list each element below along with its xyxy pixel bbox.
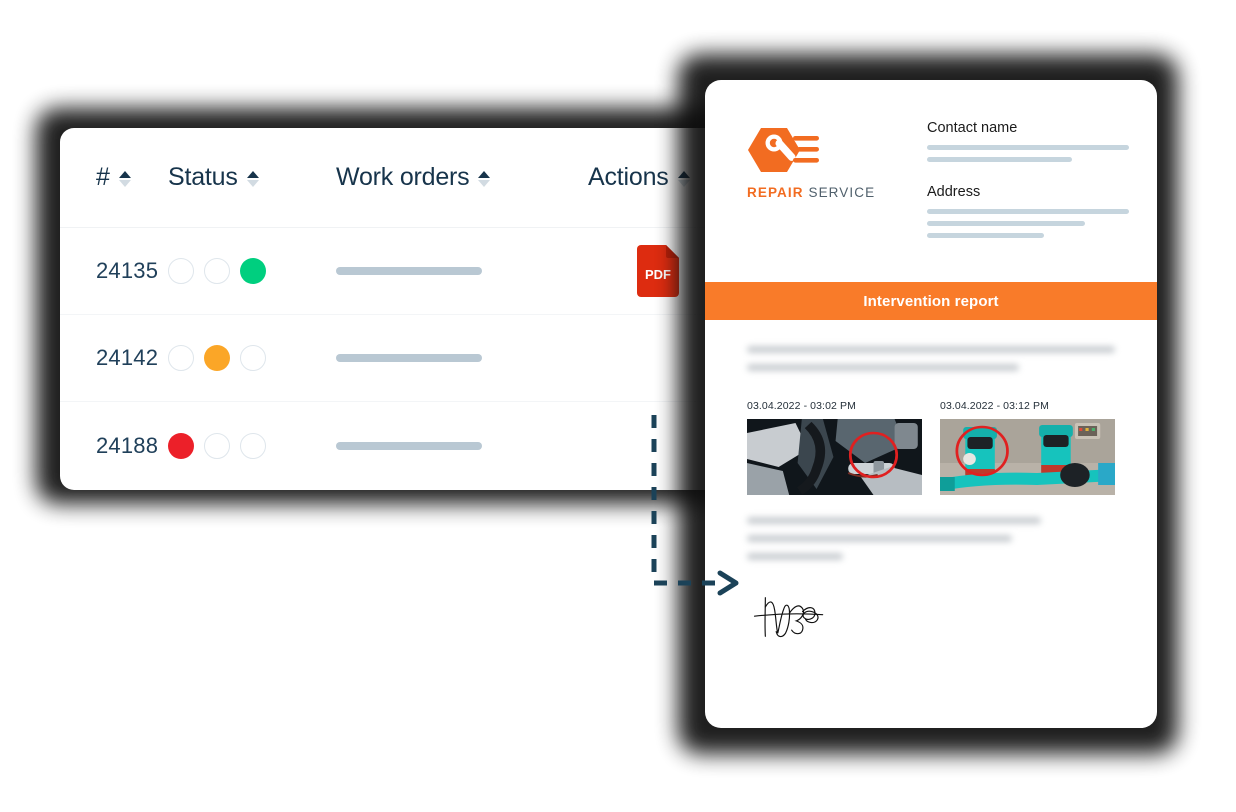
status-dot-1[interactable] (168, 258, 194, 284)
report-body-paragraph-2 (705, 495, 1157, 560)
field-address-label: Address (927, 184, 981, 200)
field-value-line (927, 233, 1045, 238)
field-value-line (927, 209, 1129, 214)
status-dot-2[interactable] (204, 258, 230, 284)
row-id: 24142 (96, 345, 159, 370)
status-dot-3[interactable] (240, 258, 266, 284)
row-id: 24188 (96, 432, 159, 458)
row-id: 24135 (96, 258, 159, 283)
field-value-line (927, 145, 1129, 150)
field-value-line (927, 221, 1085, 226)
status-dot-3[interactable] (240, 345, 266, 371)
signature-mark (705, 571, 1157, 641)
work-order-placeholder (336, 267, 588, 275)
column-header-actions-label: Actions (588, 163, 669, 191)
column-header-work-orders-label: Work orders (336, 163, 470, 191)
status-indicator-group[interactable] (168, 432, 336, 459)
work-orders-table-card: # Status Work orders Actions 24135 PDF 2… (60, 128, 728, 490)
table-header-row: # Status Work orders Actions (60, 128, 728, 228)
column-header-status[interactable]: Status (168, 163, 336, 192)
industrial-pump-photo[interactable] (940, 419, 1115, 495)
table-row[interactable]: 24188 (60, 402, 728, 489)
table-row[interactable]: 24142 (60, 315, 728, 402)
work-order-placeholder (336, 441, 588, 450)
column-header-id[interactable]: # (60, 163, 168, 192)
status-dot-3[interactable] (240, 432, 266, 459)
report-title: Intervention report (863, 292, 999, 310)
status-indicator-group[interactable] (168, 258, 336, 284)
pdf-icon[interactable]: PDF (637, 245, 679, 297)
logo-wordmark: REPAIR SERVICE (747, 185, 927, 200)
sort-toggle-icon[interactable] (478, 170, 491, 187)
photo-entry: 03.04.2022 - 03:12 PM (940, 400, 1115, 495)
intervention-report-card: REPAIR SERVICE Contact name Address Inte (705, 80, 1157, 728)
wrench-hexagon-icon (747, 124, 821, 176)
report-body-paragraph-1 (705, 320, 1157, 371)
field-contact-name-label: Contact name (927, 120, 1018, 136)
status-indicator-group[interactable] (168, 345, 336, 371)
column-header-work-orders[interactable]: Work orders (336, 163, 588, 192)
screenshot-stage: # Status Work orders Actions 24135 PDF 2… (0, 0, 1236, 812)
engine-bay-photo[interactable] (747, 419, 922, 495)
contact-fields: Contact name Address (927, 118, 1129, 260)
field-address: Address (927, 184, 1129, 238)
svg-text:PDF: PDF (645, 267, 671, 282)
field-contact-name: Contact name (927, 120, 1129, 162)
photo-timestamp: 03.04.2022 - 03:02 PM (747, 400, 856, 412)
photo-timestamp: 03.04.2022 - 03:12 PM (940, 400, 1049, 412)
status-dot-2[interactable] (204, 432, 230, 459)
table-row[interactable]: 24135 PDF (60, 228, 728, 315)
work-order-placeholder (336, 354, 588, 362)
photo-entry: 03.04.2022 - 03:02 PM (747, 400, 922, 495)
field-value-line (927, 157, 1073, 162)
logo-word-secondary: SERVICE (808, 185, 876, 200)
company-logo: REPAIR SERVICE (747, 118, 927, 260)
sort-toggle-icon[interactable] (118, 170, 131, 187)
logo-word-primary: REPAIR (747, 185, 804, 200)
status-dot-2[interactable] (204, 345, 230, 371)
report-header: REPAIR SERVICE Contact name Address (705, 80, 1157, 260)
status-dot-1[interactable] (168, 432, 194, 459)
column-header-id-label: # (96, 163, 110, 191)
report-photo-gallery: 03.04.2022 - 03:02 PM 03.04.2022 - 03:12… (705, 382, 1157, 495)
report-title-banner: Intervention report (705, 282, 1157, 320)
status-dot-1[interactable] (168, 345, 194, 371)
sort-toggle-icon[interactable] (246, 170, 259, 187)
column-header-status-label: Status (168, 163, 238, 191)
